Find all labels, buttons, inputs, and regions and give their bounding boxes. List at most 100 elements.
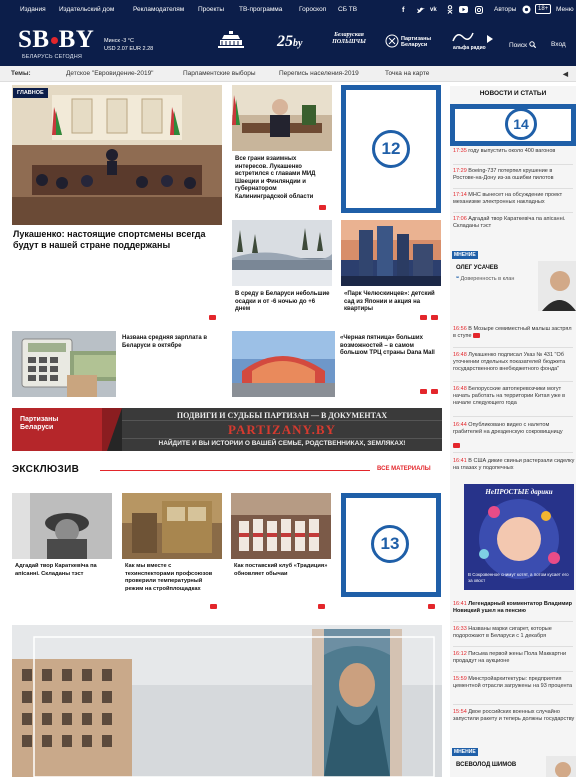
news-item-12[interactable]: 15:59 Минстройархитектуры: предприятия ц… xyxy=(453,676,576,690)
opinion-author[interactable]: ОЛЕГ УСАЧЕВ xyxy=(456,265,498,271)
divider xyxy=(453,381,573,382)
divider xyxy=(453,621,573,622)
news-time: 16:33 xyxy=(453,626,467,632)
card1-title[interactable]: Все грани взаимных интересов. Лукашенко … xyxy=(235,156,330,201)
themes-scroll-arrow-icon[interactable]: ◀ xyxy=(563,70,568,78)
building-logo[interactable] xyxy=(216,30,246,52)
vk-icon[interactable]: vk xyxy=(430,7,437,13)
authors-link[interactable]: Авторы xyxy=(494,6,516,13)
nav-item-advertisers[interactable]: Рекламодателям xyxy=(133,6,184,13)
partisans-header-text: Партизаны Беларуси xyxy=(401,36,432,48)
placeholder-12-number: 12 xyxy=(372,130,410,168)
settings-icon[interactable] xyxy=(522,5,531,16)
main-tag: ГЛАВНОЕ xyxy=(13,88,48,98)
exclusive-all-link[interactable]: ВСЕ МАТЕРИАЛЫ xyxy=(377,466,431,472)
divider xyxy=(453,188,573,189)
exclusive-card2-image[interactable] xyxy=(122,493,222,559)
divider xyxy=(453,704,573,705)
twitter-icon[interactable] xyxy=(417,7,425,16)
nav-item-tv-program[interactable]: ТВ-программа xyxy=(239,6,282,13)
news-item-8[interactable]: 16:41 В США дикие свиньи растерзали сиде… xyxy=(453,458,576,472)
logo-partisans-header[interactable]: Партизаны Беларуси xyxy=(385,33,441,51)
news-item-10[interactable]: 16:33 Названы марки сигарет, которые под… xyxy=(453,626,576,640)
nav-item-editions[interactable]: Издания xyxy=(20,6,46,13)
nav-item-publishing-house[interactable]: Издательский дом xyxy=(59,6,114,13)
news-item-1[interactable]: 17:29 Boeing-737 потерпел крушение в Рос… xyxy=(453,168,576,182)
news-time: 15:59 xyxy=(453,676,467,682)
divider xyxy=(453,347,573,348)
sidebar-title: НОВОСТИ И СТАТЬИ xyxy=(479,90,547,97)
divider xyxy=(453,452,573,453)
nav-item-projects[interactable]: Проекты xyxy=(198,6,224,13)
themes-bar: Темы: Детское "Евровидение-2019" Парламе… xyxy=(0,66,576,82)
themes-label: Темы: xyxy=(11,70,31,77)
exclusive-card1-title[interactable]: Адгадай твор Караткевіча па апісанні. Ск… xyxy=(15,563,111,578)
instagram-icon[interactable] xyxy=(475,6,483,16)
logo-alpha-radio[interactable]: альфа радио xyxy=(451,31,493,53)
news-text: году выпустить около 400 вагонов xyxy=(468,148,556,154)
news-text: Письма первой жены Пола Маккартни продад… xyxy=(453,651,567,664)
facebook-icon[interactable]: f xyxy=(402,5,405,14)
news-text: Минстройархитектуры: предприятия цементн… xyxy=(453,676,573,689)
opinion-tag: МНЕНИЕ xyxy=(452,251,478,259)
opinion-quote[interactable]: ❝ Доверенность в клан xyxy=(456,276,514,282)
partisans-banner[interactable]: Партизаны Беларуси ПОДВИГИ И СУДЬБЫ ПАРТ… xyxy=(12,408,442,451)
youtube-icon[interactable] xyxy=(459,6,468,15)
logo-belaruskaya[interactable]: Беларуская ПОЛЬШЧЫ xyxy=(330,32,368,46)
login-button[interactable]: Вход xyxy=(551,41,566,48)
divider xyxy=(453,646,573,647)
theme-link-elections[interactable]: Парламентские выборы xyxy=(183,70,256,77)
theme-link-eurovision[interactable]: Детское "Евровидение-2019" xyxy=(66,70,154,77)
card4-image[interactable] xyxy=(12,331,116,397)
odnoklassniki-icon[interactable] xyxy=(447,5,453,16)
news-item-2[interactable]: 17:14 МНС вынесет на обсуждение проект м… xyxy=(453,192,576,206)
card5-title[interactable]: «Черная пятница» больших возможностей – … xyxy=(340,335,440,358)
main-story-title[interactable]: Лукашенко: настоящие спортсмены всегда б… xyxy=(13,229,223,251)
news-time: 16:41 xyxy=(453,458,467,464)
card1-image[interactable] xyxy=(232,85,332,151)
promo-image[interactable]: НеПРОСТЫЕ дарики В Сокровенное снимут ко… xyxy=(464,484,574,590)
card3-image[interactable] xyxy=(341,220,441,286)
site-logo[interactable]: SB BY xyxy=(18,27,94,53)
news-text: Опубликовано видео с налетом грабителей … xyxy=(453,422,563,435)
news-item-13[interactable]: 15:54 Двое российских военных случайно з… xyxy=(453,709,576,723)
alpha-radio-text: альфа радио xyxy=(453,45,486,51)
news-item-3[interactable]: 17:06 Адгадай твор Караткевіча па апісан… xyxy=(453,216,576,230)
news-item-6[interactable]: 16:48 Белорусские автоперевозчики могут … xyxy=(453,386,576,407)
exclusive-card1-image[interactable] xyxy=(12,493,112,559)
logo-25-number: 25 xyxy=(277,33,293,50)
theme-link-map-point[interactable]: Точка на карте xyxy=(385,70,429,77)
divider xyxy=(453,416,573,417)
opinion-author-photo[interactable] xyxy=(538,261,576,311)
news-item-9[interactable]: 16:41 Легендарный комментатор Владимир Н… xyxy=(453,601,576,615)
card3-title[interactable]: «Парк Челюскинцев»: детский сад из Япони… xyxy=(344,291,439,314)
news-time: 17:14 xyxy=(453,192,467,198)
exclusive-card3-image[interactable] xyxy=(231,493,331,559)
nav-item-horoscope[interactable]: Гороскоп xyxy=(299,6,326,13)
opinion-author[interactable]: ВСЕВОЛОД ШИМОВ xyxy=(456,762,516,768)
menu-button[interactable]: Меню xyxy=(556,6,574,13)
card5-image[interactable] xyxy=(232,331,335,397)
news-item-0[interactable]: 17:35 году выпустить около 400 вагонов xyxy=(453,148,576,155)
nav-item-sb-tv[interactable]: СБ ТВ xyxy=(338,6,357,13)
main-story-image[interactable] xyxy=(12,85,222,225)
logo-25-by[interactable]: 25by xyxy=(277,33,302,51)
news-time: 16:12 xyxy=(453,651,467,657)
news-item-7[interactable]: 16:44 Опубликовано видео с налетом граби… xyxy=(453,422,576,436)
placeholder-14-number: 14 xyxy=(505,108,537,140)
search-button[interactable]: Поиск xyxy=(509,41,536,49)
exclusive-card2-title[interactable]: Как мы вместе с техинспекторами профсоюз… xyxy=(125,563,221,593)
news-time: 16:41 xyxy=(453,601,467,607)
weather-city: Минск -3 °С xyxy=(104,38,134,44)
news-item-11[interactable]: 16:12 Письма первой жены Пола Маккартни … xyxy=(453,651,576,665)
card4-title[interactable]: Названа средняя зарплата в Беларуси в ок… xyxy=(122,335,222,350)
news-item-5[interactable]: 16:48 Лукашенко подписал Указ № 431 "Об … xyxy=(453,352,576,373)
exclusive-card3-title[interactable]: Как поставский клуб «Традиция» обновляет… xyxy=(234,563,330,578)
news-time: 16:44 xyxy=(453,422,467,428)
card2-title[interactable]: В среду в Беларуси небольшие осадки и от… xyxy=(235,291,330,314)
bottom-feature-image[interactable] xyxy=(12,625,442,777)
theme-link-census[interactable]: Перепись населения-2019 xyxy=(279,70,359,77)
news-item-4[interactable]: 16:56 В Мозыре семиместный малыш застрял… xyxy=(453,326,576,340)
card2-image[interactable] xyxy=(232,220,332,286)
opinion-author-photo[interactable] xyxy=(546,756,576,777)
